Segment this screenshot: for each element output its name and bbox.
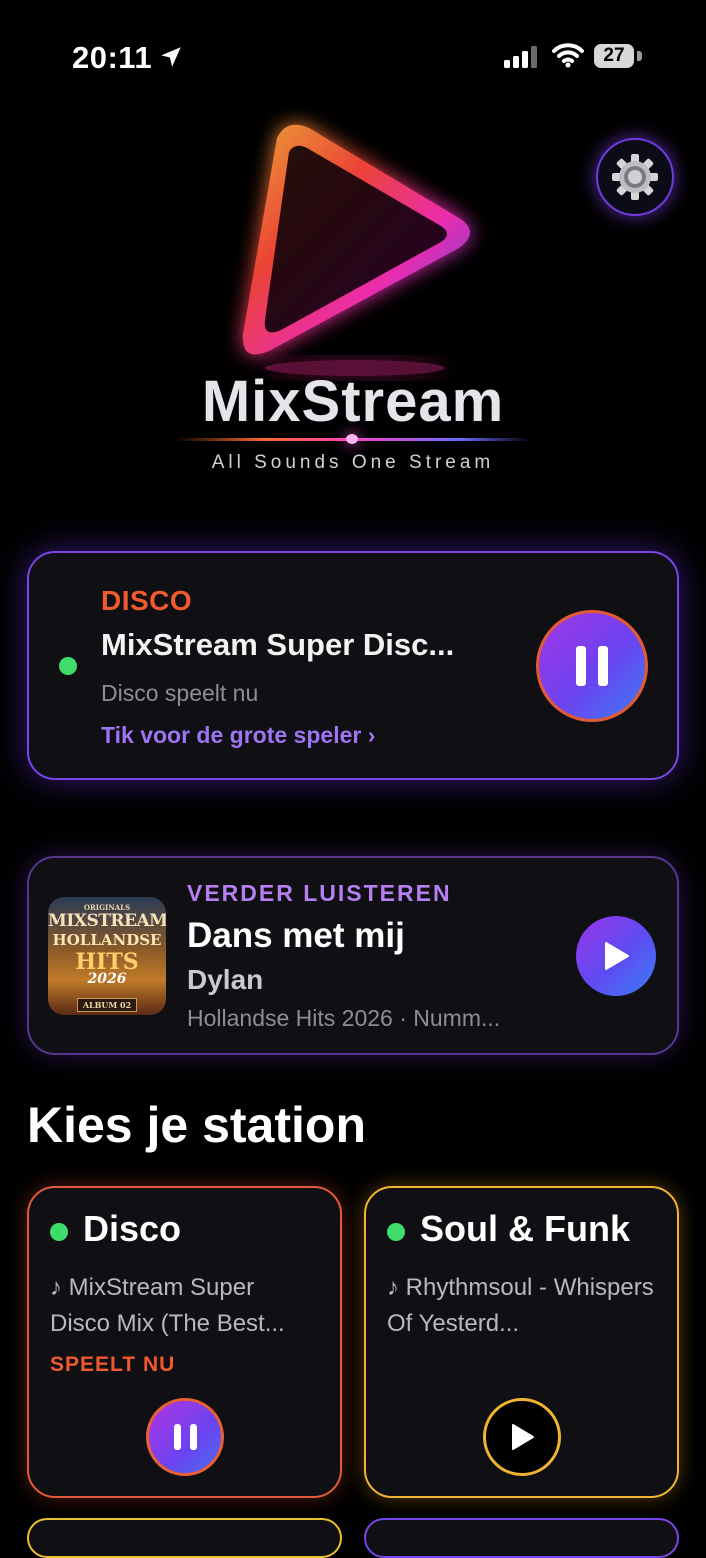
station-pause-button[interactable] — [146, 1398, 224, 1476]
now-playing-pause-button[interactable] — [536, 610, 648, 722]
now-playing-genre: DISCO — [101, 585, 193, 616]
station-play-button[interactable] — [483, 1398, 561, 1476]
section-title: Kies je station — [27, 1097, 366, 1153]
play-icon — [512, 1424, 534, 1450]
location-arrow-icon — [161, 47, 181, 67]
pause-icon — [173, 1424, 197, 1450]
station-live-indicator — [387, 1223, 405, 1241]
station-track: ♪ Rhythmsoul - Whispers Of Yesterd... — [387, 1274, 654, 1337]
continue-track-meta: Hollandse Hits 2026 · Numm... — [187, 1005, 501, 1031]
album-art-year: 2026 — [87, 971, 127, 987]
station-name: Soul & Funk — [420, 1208, 630, 1249]
station-playing-label: SPEELT NU — [50, 1353, 176, 1376]
battery-nub — [637, 51, 642, 61]
album-art-badge: ALBUM 02 — [48, 993, 166, 1012]
signal-icon — [504, 46, 537, 68]
now-playing-title: MixStream Super Disc... — [101, 627, 455, 662]
battery-icon: 27 — [594, 44, 634, 68]
station-track: ♪ MixStream Super Disco Mix (The Best... — [50, 1274, 285, 1337]
continue-track-title: Dans met mij — [187, 916, 405, 955]
album-art: ORIGINALS MIXSTREAM HOLLANDSE HITS 2026 … — [48, 897, 166, 1015]
live-indicator — [59, 657, 77, 675]
logo-play-icon — [242, 124, 470, 376]
station-name: Disco — [83, 1208, 182, 1249]
wifi-icon — [552, 43, 584, 68]
station-card-peek[interactable] — [364, 1518, 679, 1558]
gear-icon — [612, 154, 658, 200]
status-time: 20:11 — [72, 40, 153, 75]
album-art-badge-text: ALBUM 02 — [76, 998, 138, 1012]
continue-track-artist: Dylan — [187, 964, 264, 995]
logo-tagline: All Sounds One Stream — [211, 452, 495, 473]
play-icon — [605, 942, 629, 970]
pause-icon — [576, 646, 608, 686]
continue-listening-label: VERDER LUISTEREN — [187, 880, 452, 906]
now-playing-status: Disco speelt nu — [101, 680, 259, 706]
station-card-peek[interactable] — [27, 1518, 342, 1558]
continue-play-button[interactable] — [576, 916, 656, 996]
logo-underline-spark — [346, 434, 358, 444]
logo-title: MixStream — [201, 369, 505, 434]
open-big-player-link[interactable]: Tik voor de grote speler › — [101, 722, 375, 749]
album-art-line: HOLLANDSE — [52, 931, 162, 949]
station-live-indicator — [50, 1223, 68, 1241]
album-art-brand: MIXSTREAM — [48, 911, 166, 931]
settings-button[interactable] — [596, 138, 674, 216]
